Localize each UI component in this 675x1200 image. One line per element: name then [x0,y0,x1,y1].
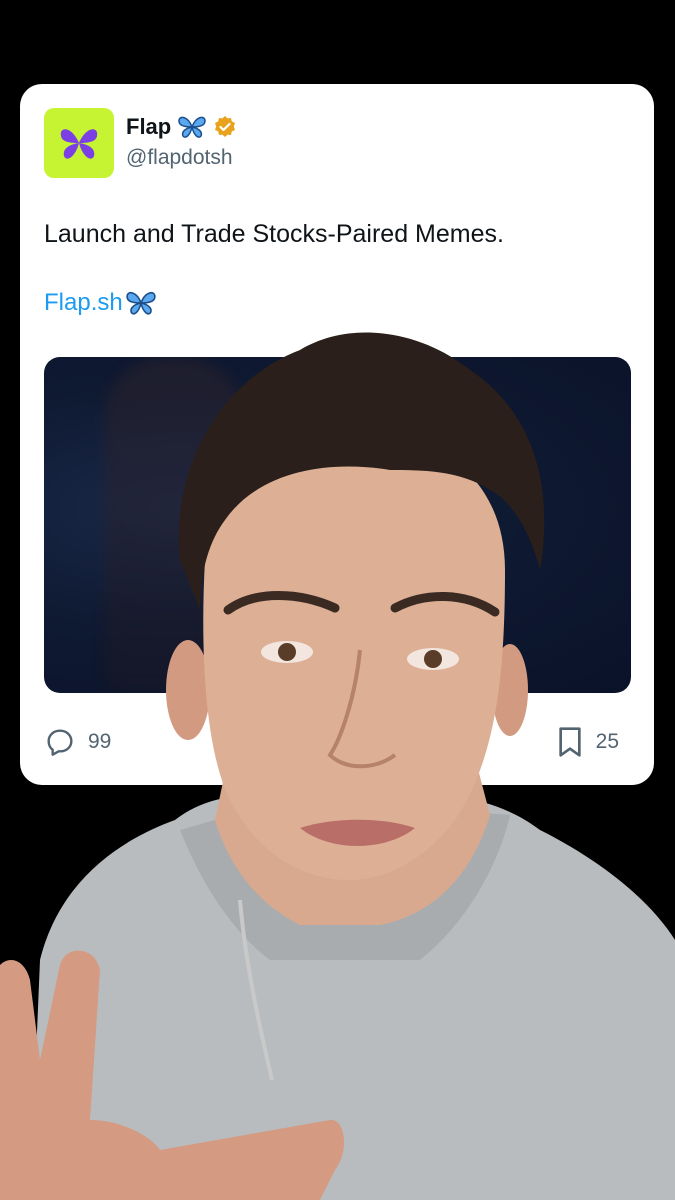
hoodie-collar [180,812,510,960]
website-link[interactable]: Flap.sh [44,289,123,317]
tweet-card[interactable]: Flap @flapdotsh Launch and Trade Stocks-… [20,84,654,785]
display-name[interactable]: Flap [126,114,171,140]
necklace [238,899,274,1081]
flap-logo-icon [60,129,98,159]
link-row: Flap.sh [44,289,157,317]
butterfly-icon [178,116,206,138]
verified-badge-icon [215,116,236,137]
tweet-text: Launch and Trade Stocks-Paired Memes. [44,220,504,248]
hoodie [30,796,675,1200]
bookmark-count: 25 [595,730,619,753]
reply-button[interactable]: 99 [44,726,111,758]
tweet-actions: 99 25 [44,726,631,762]
bookmark-icon [558,727,581,757]
name-row: Flap [126,114,237,140]
reply-count: 99 [88,730,112,753]
tweet-media[interactable] [44,357,631,693]
handle[interactable]: @flapdotsh [126,146,233,170]
reply-icon [47,729,73,756]
mouth [300,819,415,846]
bookmark-button[interactable]: 25 [556,726,619,758]
butterfly-icon [126,291,156,315]
raised-hand [0,950,345,1200]
media-figure [104,357,244,693]
video-frame: Flap @flapdotsh Launch and Trade Stocks-… [0,0,675,1200]
avatar[interactable] [44,108,114,178]
